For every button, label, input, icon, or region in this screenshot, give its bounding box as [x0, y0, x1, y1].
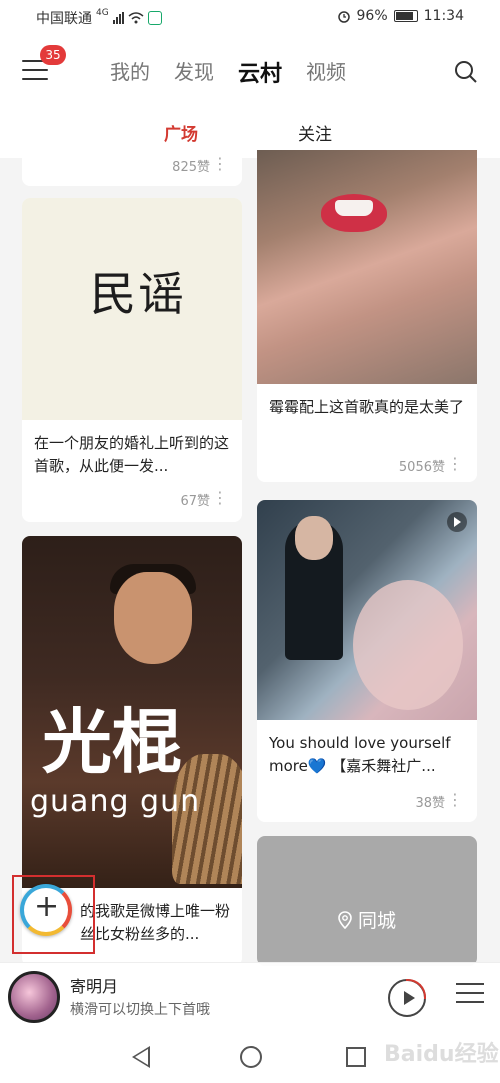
carrier-label: 中国联通 — [36, 11, 92, 27]
tab-cloud-village[interactable]: 云村 — [238, 56, 282, 88]
play-button[interactable] — [388, 979, 426, 1017]
tab-following[interactable]: 关注 — [298, 120, 332, 145]
image-title: 光棍 — [42, 700, 182, 783]
add-post-button[interactable]: + — [20, 884, 72, 936]
battery-percent: 96% — [356, 8, 388, 24]
nearby-card[interactable]: 同城 — [257, 836, 477, 966]
post-caption: 霉霉配上这首歌真的是太美了 — [269, 398, 465, 416]
clock: 11:34 — [423, 8, 464, 24]
feed-card[interactable]: You should love yourself more💙 【嘉禾舞社广...… — [257, 500, 477, 822]
back-icon[interactable] — [132, 1046, 150, 1068]
post-caption: You should love yourself more💙 【嘉禾舞社广... — [269, 734, 451, 775]
tab-mine[interactable]: 我的 — [110, 56, 150, 88]
post-image — [257, 500, 477, 720]
location-icon — [338, 911, 352, 930]
plus-icon: + — [34, 889, 60, 924]
post-caption: 在一个朋友的婚礼上听到的这首歌，从此便一发... — [34, 434, 230, 475]
image-text: 民谣 — [90, 267, 186, 321]
top-nav: 35 我的 发现 云村 视频 — [0, 34, 500, 108]
feed-card[interactable]: 民谣 在一个朋友的婚礼上听到的这首歌，从此便一发... 67赞 ⋮ — [22, 198, 242, 522]
feed-card[interactable]: 霉霉配上这首歌真的是太美了 5056赞 ⋮ — [257, 150, 477, 482]
like-count: 5056赞 — [398, 460, 445, 475]
player-hint: 横滑可以切换上下首哦 — [70, 1002, 210, 1018]
wifi-icon — [128, 12, 144, 24]
home-icon[interactable] — [240, 1046, 262, 1068]
cat-image — [172, 754, 242, 884]
more-icon[interactable]: ⋮ — [212, 156, 228, 172]
main-tabs: 我的 发现 云村 视频 — [110, 56, 346, 88]
playlist-icon[interactable] — [456, 983, 484, 1009]
network-label: 4G — [96, 8, 109, 18]
mini-player[interactable]: 寄明月 横滑可以切换上下首哦 — [0, 962, 500, 1030]
feed-card[interactable]: 825赞 ⋮ — [22, 150, 242, 186]
status-bar: 中国联通 4G 96% 11:34 — [0, 0, 500, 34]
like-count: 38赞 — [415, 796, 445, 811]
nearby-label: 同城 — [358, 910, 397, 932]
search-icon[interactable] — [454, 60, 478, 84]
post-image: 光棍 guang gun — [22, 536, 242, 888]
more-icon[interactable]: ⋮ — [212, 490, 228, 506]
post-caption: 的我歌是微博上唯一粉丝比女粉丝多的... — [80, 902, 231, 943]
signal-icon — [112, 12, 124, 24]
like-count: 67赞 — [180, 494, 210, 509]
tab-square[interactable]: 广场 — [164, 120, 198, 145]
video-play-icon — [447, 512, 467, 532]
like-count: 825赞 — [172, 160, 210, 175]
album-cover[interactable] — [8, 971, 60, 1023]
song-title: 寄明月 — [70, 977, 119, 996]
tab-video[interactable]: 视频 — [306, 56, 346, 88]
more-icon[interactable]: ⋮ — [447, 792, 463, 808]
post-image — [257, 150, 477, 384]
battery-icon — [393, 10, 418, 22]
image-subtitle: guang gun — [30, 784, 201, 819]
alarm-icon — [337, 11, 350, 23]
watermark: Baidu经验 — [384, 1042, 499, 1067]
notification-icon — [147, 11, 162, 25]
post-image: 民谣 — [22, 198, 242, 420]
notification-badge: 35 — [40, 45, 66, 65]
tab-discover[interactable]: 发现 — [174, 56, 214, 88]
recent-apps-icon[interactable] — [346, 1047, 366, 1067]
more-icon[interactable]: ⋮ — [447, 456, 463, 472]
